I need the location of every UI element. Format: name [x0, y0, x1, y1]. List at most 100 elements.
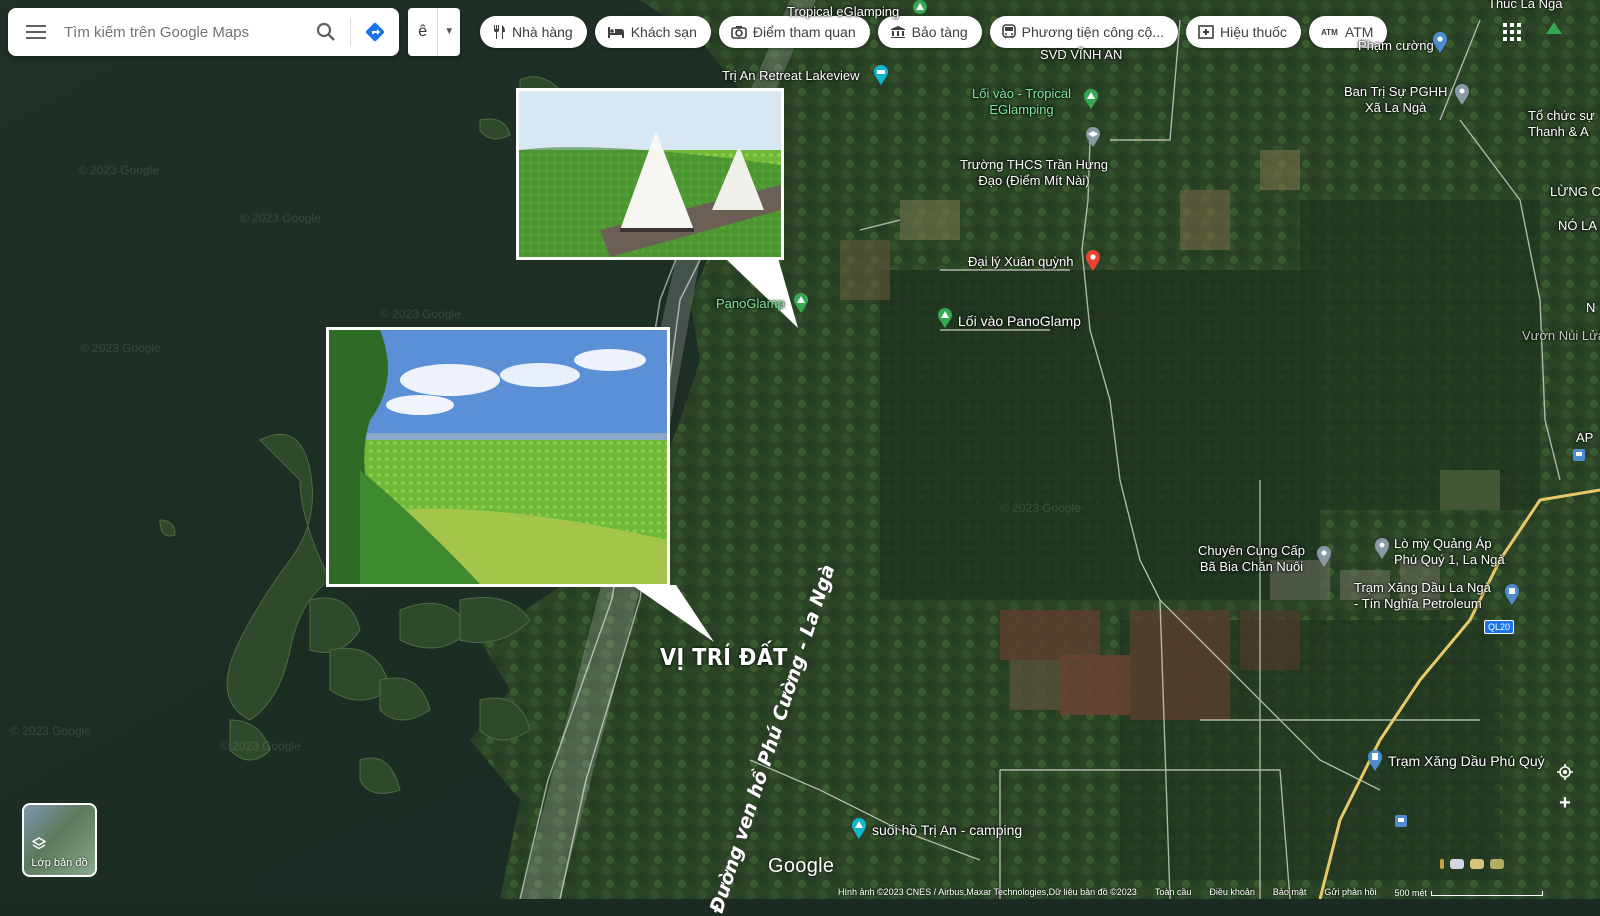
apps-grid-icon[interactable]	[1500, 20, 1524, 44]
search-box[interactable]: Tìm kiếm trên Google Maps	[8, 8, 399, 56]
gas-station-pin-icon[interactable]	[1504, 584, 1520, 606]
place-label[interactable]: AP	[1576, 430, 1593, 446]
svg-text:© 2023 Google: © 2023 Google	[380, 307, 461, 321]
map-footer: Hình ảnh ©2023 CNES / Airbus,Maxar Techn…	[838, 887, 1600, 899]
campground-pin-icon[interactable]	[850, 816, 868, 840]
land-location-label: VỊ TRÍ ĐẤT	[660, 645, 788, 671]
category-chips: Nhà hàng Khách sạn Điểm tham quan Bảo tà…	[480, 16, 1388, 48]
restaurant-icon	[494, 25, 505, 39]
transit-pin-icon[interactable]	[1394, 814, 1408, 828]
svg-text:© 2023 Google: © 2023 Google	[220, 739, 301, 753]
place-label[interactable]: LỪNG C	[1550, 184, 1600, 200]
chip-attractions[interactable]: Điểm tham quan	[718, 16, 870, 48]
place-pin-icon[interactable]	[1432, 32, 1448, 54]
scale-line	[1431, 890, 1544, 896]
svg-text:© 2023 Google: © 2023 Google	[80, 341, 161, 355]
search-input[interactable]: Tìm kiếm trên Google Maps	[64, 24, 302, 41]
campground-pin-icon[interactable]	[792, 292, 810, 314]
campground-pin-icon[interactable]	[936, 307, 954, 329]
place-label[interactable]: Phạm cường	[1358, 38, 1434, 54]
place-label[interactable]: N	[1586, 300, 1595, 316]
transit-icon	[1001, 24, 1016, 39]
feedback-link[interactable]: Gửi phản hồi	[1324, 887, 1376, 899]
campground-pin-icon[interactable]	[1082, 88, 1100, 110]
route-shield: QL20	[1484, 620, 1515, 634]
thumbnail-icon	[1490, 859, 1504, 869]
campground-pin-icon[interactable]	[1544, 20, 1564, 36]
scale-label: 500 mét	[1394, 888, 1428, 898]
svg-text:© 2023 Google: © 2023 Google	[1000, 501, 1081, 515]
camera-icon	[731, 26, 747, 39]
thumbnail-icon	[1470, 859, 1484, 869]
transit-pin-icon[interactable]	[1572, 448, 1586, 462]
place-label[interactable]: Lối vào PanoGlamp	[958, 313, 1081, 329]
satellite-map[interactable]: © 2023 Google © 2023 Google © 2023 Googl…	[0, 0, 1600, 899]
place-label-text: Lò mỳ Quảng Áp Phú Quý 1, La Ngà	[1394, 536, 1505, 567]
my-location-button[interactable]	[1550, 757, 1580, 787]
place-label[interactable]: Thuc La Nga	[1488, 0, 1562, 12]
chip-restaurants[interactable]: Nhà hàng	[480, 16, 587, 48]
school-pin-icon[interactable]	[1084, 126, 1102, 148]
place-pin-icon[interactable]	[1374, 538, 1390, 560]
place-label-text: Tổ chức sự Thanh & A	[1528, 108, 1595, 139]
hotel-icon	[607, 27, 624, 38]
my-location-icon	[1557, 764, 1573, 780]
imagery-thumbnails[interactable]	[1440, 856, 1554, 872]
worship-pin-icon[interactable]	[1454, 84, 1470, 106]
svg-text:© 2023 Google: © 2023 Google	[10, 724, 91, 738]
place-label[interactable]: Trị An Retreat Lakeview	[722, 68, 860, 84]
place-label[interactable]: Chuyên Cung Cấp Bã Bia Chăn Nuôi	[1198, 543, 1305, 575]
place-label[interactable]: Lối vào - Tropical EGlamping	[972, 86, 1071, 118]
svg-text:© 2023 Google: © 2023 Google	[78, 163, 159, 177]
terms-link[interactable]: Điều khoản	[1209, 887, 1255, 899]
museum-icon	[890, 26, 905, 38]
place-label[interactable]: Vườn Núi Lửa	[1522, 328, 1600, 344]
meadow-photo	[326, 327, 670, 587]
shop-pin-icon[interactable]	[1084, 248, 1102, 272]
layers-icon	[32, 837, 46, 850]
place-label-text: Chuyên Cung Cấp Bã Bia Chăn Nuôi	[1198, 543, 1305, 574]
global-link[interactable]: Toàn cầu	[1155, 887, 1192, 899]
chip-museums[interactable]: Bảo tàng	[877, 16, 982, 48]
scale-bar[interactable]: 500 mét	[1394, 887, 1544, 899]
place-label[interactable]: SVD VĨNH AN	[1040, 47, 1122, 63]
chip-hotels[interactable]: Khách sạn	[594, 16, 711, 48]
chevron-down-icon[interactable]: ▼	[437, 8, 460, 56]
chip-label: Nhà hàng	[512, 24, 573, 40]
chip-transit[interactable]: Phương tiện công cộ...	[989, 16, 1178, 48]
place-label[interactable]: Trạm Xăng Dầu La Ngà - Tín Nghĩa Petrole…	[1354, 580, 1491, 612]
route-shield-text: QL20	[1488, 622, 1511, 632]
place-label[interactable]: PanoGlamp	[716, 296, 785, 312]
hotel-pin-icon[interactable]	[872, 64, 890, 86]
campground-pin-icon[interactable]	[912, 0, 928, 16]
map-layers-button[interactable]: Lớp bản đồ	[22, 803, 97, 877]
place-label[interactable]: Tropical eGlamping	[787, 4, 899, 20]
place-label-text: Lối vào - Tropical EGlamping	[972, 86, 1071, 117]
place-label[interactable]: Đại lý Xuân quỳnh	[968, 254, 1074, 270]
zoom-in-button[interactable]: +	[1550, 788, 1580, 818]
input-language-value[interactable]: ê	[408, 23, 437, 41]
plus-icon: +	[1559, 791, 1571, 814]
thumbnail-icon	[1440, 859, 1444, 869]
place-label[interactable]: NÓ LA	[1558, 218, 1597, 234]
place-label-text: Ban Trị Sự PGHH Xã La Ngà	[1344, 84, 1448, 115]
svg-text:© 2023 Google: © 2023 Google	[240, 211, 321, 225]
place-label[interactable]: suối hồ Trị An - camping	[872, 822, 1022, 838]
place-label[interactable]: Ban Trị Sự PGHH Xã La Ngà	[1344, 84, 1447, 116]
search-icon[interactable]	[302, 8, 350, 56]
place-label[interactable]: Lò mỳ Quảng Áp Phú Quý 1, La Ngà	[1394, 536, 1505, 568]
place-label[interactable]: Trạm Xăng Dầu Phú Quý	[1388, 753, 1545, 769]
gas-station-pin-icon[interactable]	[1366, 748, 1384, 772]
chip-pharmacies[interactable]: Hiệu thuốc	[1185, 16, 1301, 48]
tent-photo	[516, 88, 784, 260]
pharmacy-icon	[1198, 25, 1214, 39]
google-logo: Google	[768, 855, 835, 877]
place-label[interactable]: Trường THCS Trần Hưng Đạo (Điểm Mít Nài)	[960, 157, 1108, 189]
place-label[interactable]: Tổ chức sự Thanh & A	[1528, 108, 1595, 140]
input-language-selector[interactable]: ê ▼	[408, 8, 460, 56]
privacy-link[interactable]: Bảo mật	[1273, 887, 1307, 899]
place-pin-icon[interactable]	[1316, 546, 1332, 568]
chip-label: Khách sạn	[630, 24, 697, 40]
menu-icon[interactable]	[8, 8, 64, 56]
directions-icon[interactable]	[351, 8, 399, 56]
